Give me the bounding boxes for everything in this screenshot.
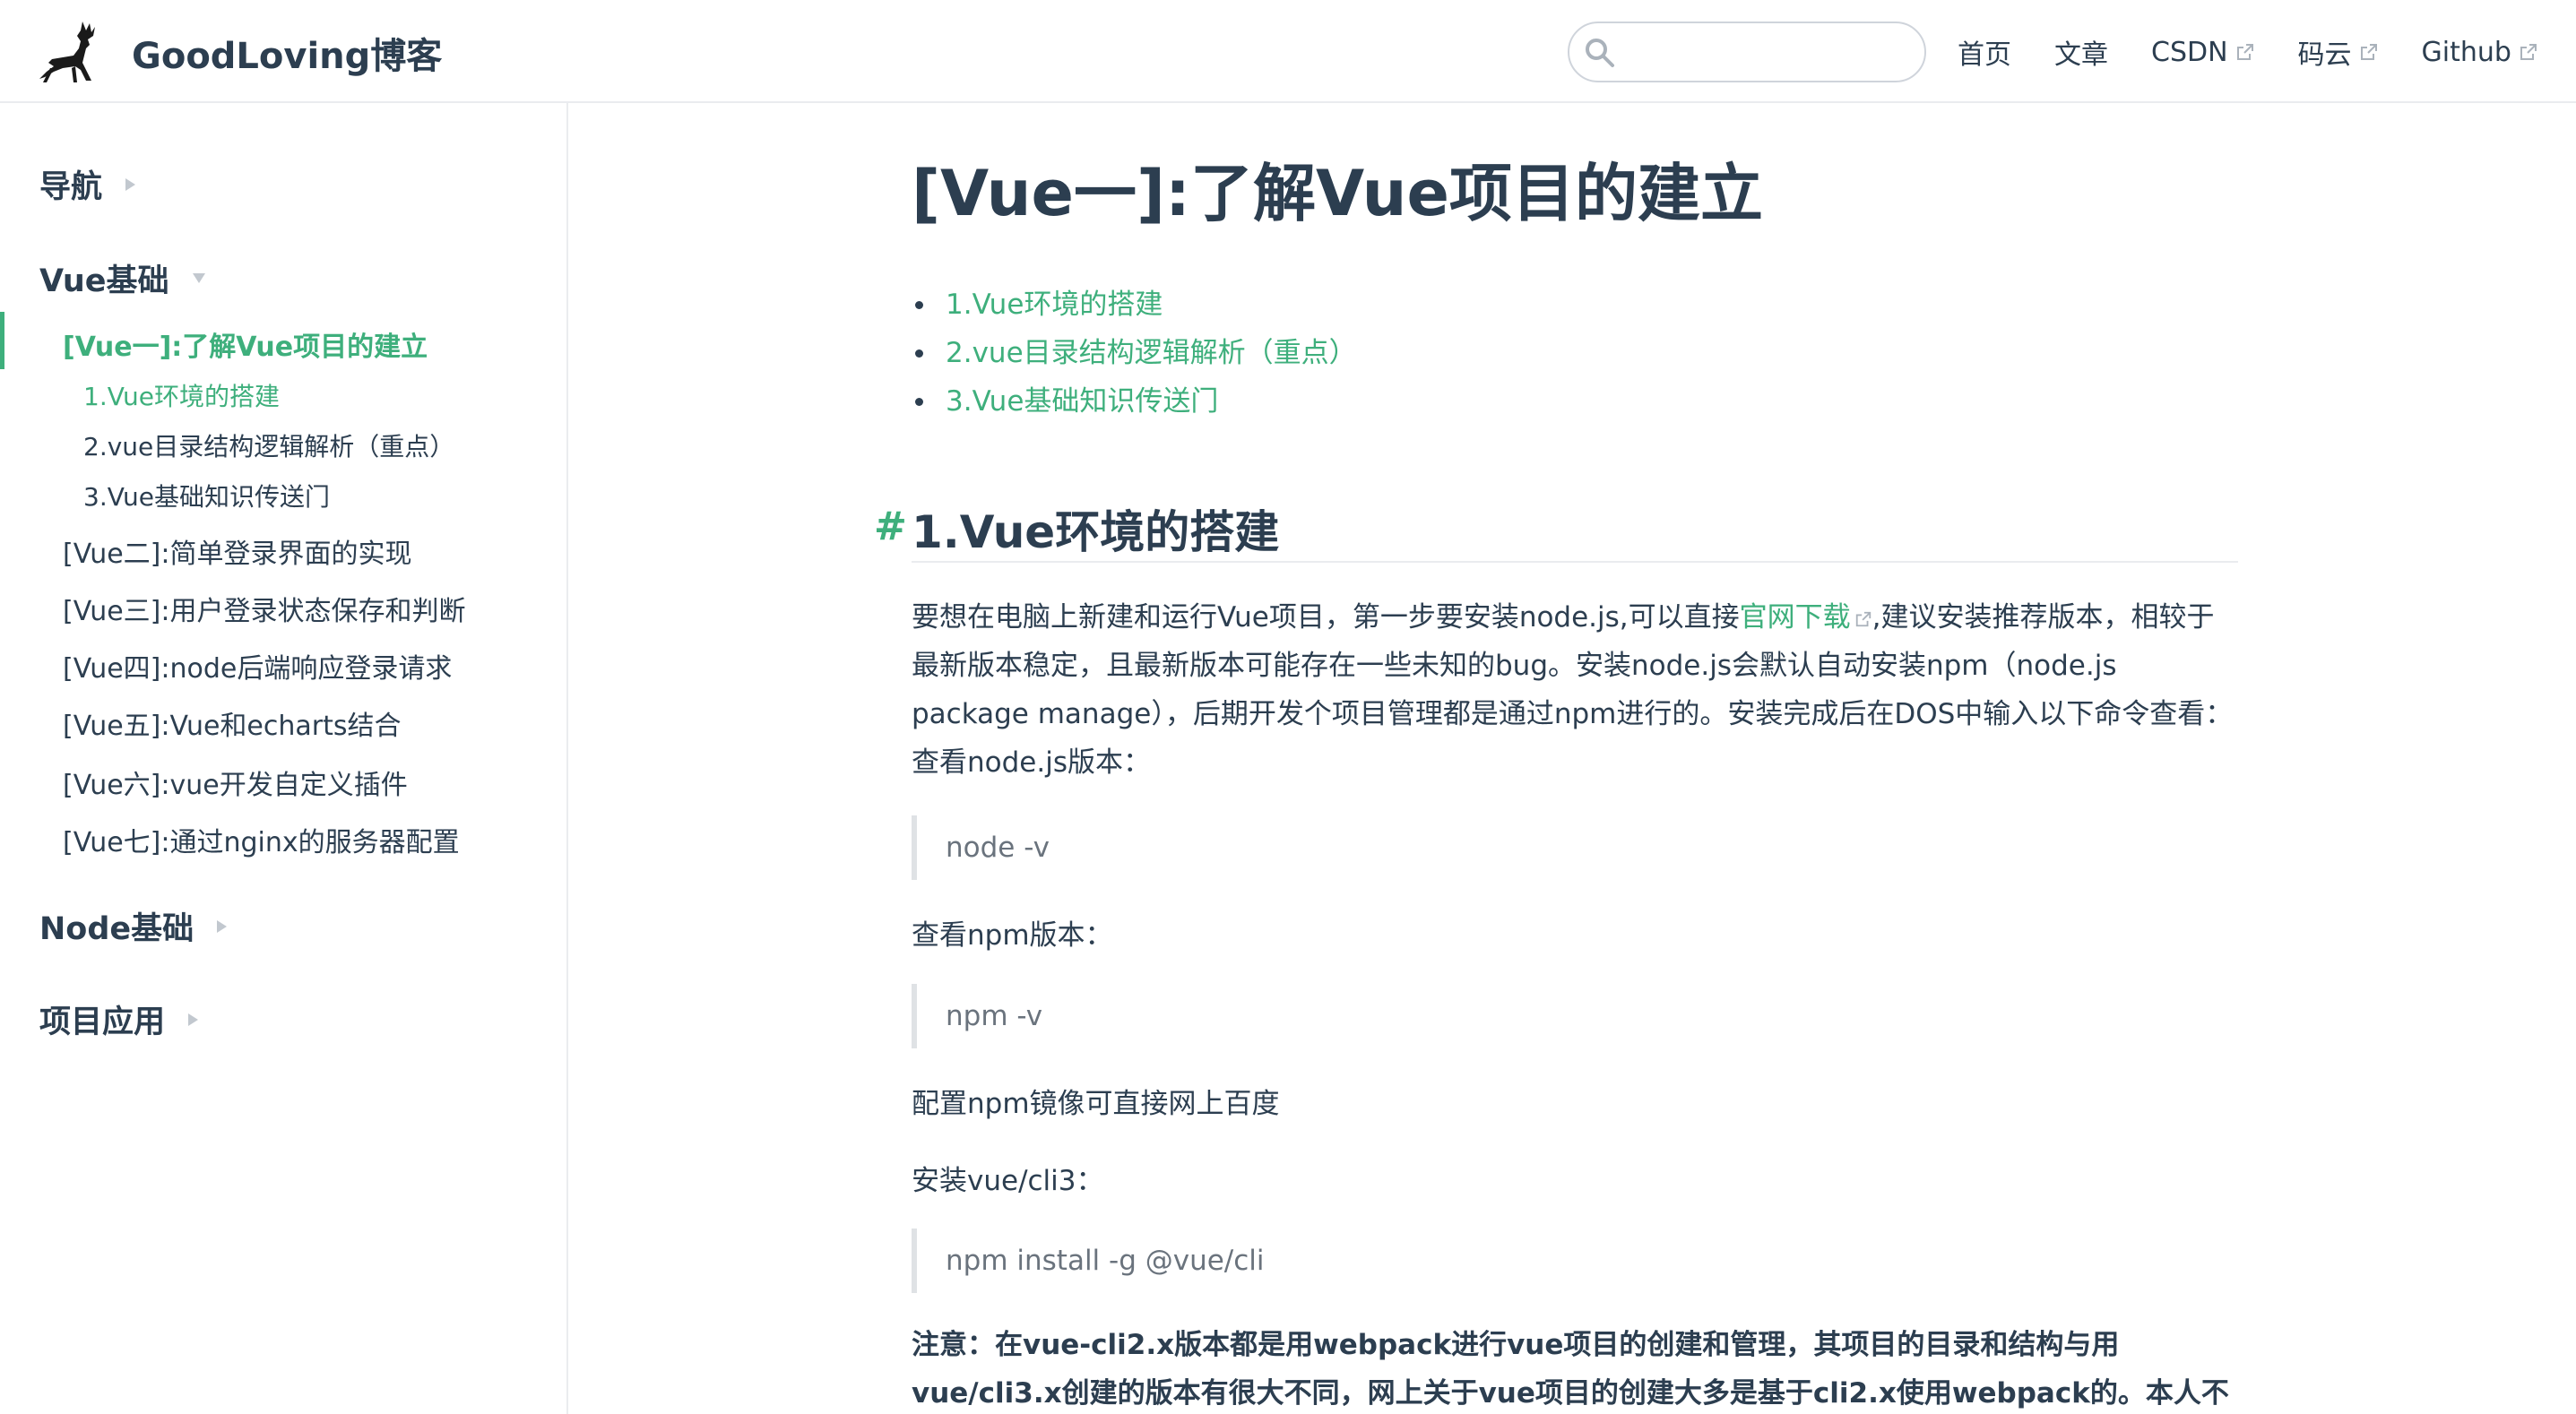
section-heading: 1.Vue环境的搭建 (912, 506, 1280, 558)
sidebar-group-label: Vue基础 (39, 263, 169, 299)
sidebar-group-vue[interactable]: Vue基础 (39, 255, 205, 301)
search-input[interactable] (1568, 22, 1926, 82)
sidebar-group-node[interactable]: Node基础 (39, 903, 228, 949)
sidebar-group-nav[interactable]: 导航 (39, 161, 136, 207)
code-quote-node: node -v (912, 815, 2238, 880)
install-cli-label: 安装vue/cli3： (912, 1165, 1104, 1197)
navbar: GoodLoving博客 首页 文章 CSDN 码云 Github (0, 0, 2576, 103)
nav-articles[interactable]: 文章 (2054, 32, 2108, 72)
sidebar-item-vue6[interactable]: [Vue六]:vue开发自定义插件 (63, 763, 408, 802)
mirror-label: 配置npm镜像可直接网上百度 (912, 1088, 1280, 1120)
caret-right-icon (125, 177, 136, 191)
search-icon (1586, 39, 1614, 67)
sidebar-item-vue4[interactable]: [Vue四]:node后端响应登录请求 (63, 646, 452, 685)
caret-right-icon (217, 919, 228, 933)
toc-item-structure[interactable]: 2.vue目录结构逻辑解析（重点） (912, 332, 1357, 380)
code-quote-install: npm install -g @vue/cli (912, 1229, 2238, 1293)
npm-version-label: 查看npm版本： (912, 919, 1113, 952)
sidebar-group-projects[interactable]: 项目应用 (39, 996, 199, 1042)
deer-logo-icon[interactable] (36, 18, 104, 84)
sidebar-subitem-portal[interactable]: 3.Vue基础知识传送门 (83, 478, 330, 513)
download-link[interactable]: 官网下载 (1740, 601, 1851, 634)
sidebar-item-vue2[interactable]: [Vue二]:简单登录界面的实现 (63, 531, 411, 571)
table-of-contents: 1.Vue环境的搭建 2.vue目录结构逻辑解析（重点） 3.Vue基础知识传送… (912, 283, 1357, 428)
external-link-icon (1855, 611, 1871, 626)
code-quote-npm: npm -v (912, 984, 2238, 1048)
external-link-icon (2520, 44, 2537, 60)
sidebar-item-vue1[interactable]: [Vue一]:了解Vue项目的建立 (63, 324, 428, 364)
nav-github[interactable]: Github (2422, 37, 2538, 68)
intro-paragraph: 要想在电脑上新建和运行Vue项目，第一步要安装node.js,可以直接官网下载,… (912, 593, 2238, 787)
toc-item-portal[interactable]: 3.Vue基础知识传送门 (912, 380, 1357, 428)
sidebar-item-vue5[interactable]: [Vue五]:Vue和echarts结合 (63, 703, 402, 743)
sidebar-subitem-structure[interactable]: 2.vue目录结构逻辑解析（重点） (83, 427, 454, 463)
external-link-icon (2360, 44, 2377, 60)
sidebar: 导航 Vue基础 [Vue一]:了解Vue项目的建立 1.Vue环境的搭建 2.… (0, 103, 568, 1414)
active-indicator (0, 312, 4, 369)
heading-divider (912, 561, 2238, 563)
sidebar-item-vue7[interactable]: [Vue七]:通过nginx的服务器配置 (63, 820, 460, 859)
caret-right-icon (188, 1013, 199, 1026)
header-anchor-link[interactable]: # (874, 504, 907, 549)
sidebar-group-label: 导航 (39, 169, 103, 205)
sidebar-item-vue3[interactable]: [Vue三]:用户登录状态保存和判断 (63, 589, 465, 628)
nav-home-label: 首页 (1958, 39, 2011, 71)
nav-gitee[interactable]: 码云 (2298, 32, 2379, 72)
intro-text-before: 要想在电脑上新建和运行Vue项目，第一步要安装node.js,可以直接 (912, 601, 1740, 634)
sidebar-subitem-env[interactable]: 1.Vue环境的搭建 (83, 377, 280, 413)
sidebar-group-label: 项目应用 (39, 1004, 166, 1040)
external-link-icon (2236, 44, 2253, 60)
nav-home[interactable]: 首页 (1958, 32, 2011, 72)
nav-articles-label: 文章 (2054, 39, 2108, 71)
sidebar-group-label: Node基础 (39, 911, 194, 947)
nav-links: 首页 文章 CSDN 码云 Github (1958, 32, 2538, 72)
nav-csdn-label: CSDN (2151, 36, 2228, 68)
nav-gitee-label: 码云 (2297, 39, 2352, 71)
note-paragraph: 注意：在vue-cli2.x版本都是用webpack进行vue项目的创建和管理，… (912, 1329, 2229, 1410)
site-name[interactable]: GoodLoving博客 (132, 27, 442, 79)
nav-csdn[interactable]: CSDN (2151, 37, 2255, 68)
caret-down-icon (192, 273, 205, 283)
toc-item-env[interactable]: 1.Vue环境的搭建 (912, 283, 1357, 332)
page-title: [Vue一]:了解Vue项目的建立 (912, 157, 1763, 230)
nav-github-label: Github (2421, 36, 2511, 68)
